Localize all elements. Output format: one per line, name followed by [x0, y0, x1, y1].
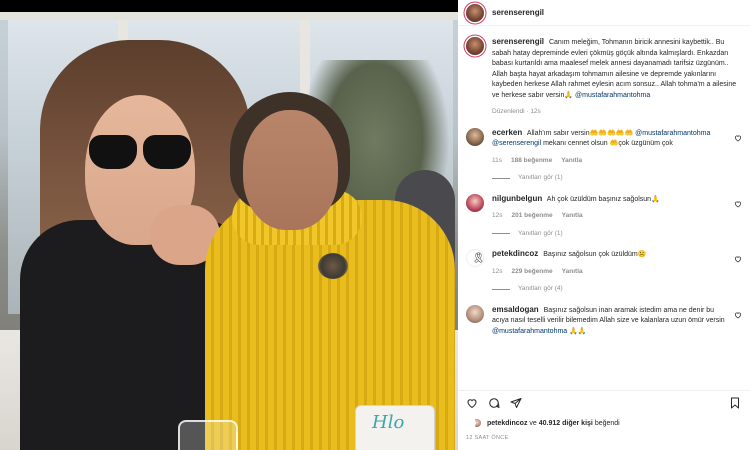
photo-cup-logo: Hlo — [372, 412, 405, 433]
avatar[interactable]: 🎗 — [466, 249, 485, 267]
photo-top-border — [0, 0, 458, 12]
caption-text: Canım meleğim, Tohmanın biricik annesini… — [492, 39, 737, 99]
photo-window-frame — [0, 12, 458, 20]
post-caption: serenserengil Canım meleğim, Tohmanın bi… — [458, 27, 750, 118]
comment-username[interactable]: ecerken — [492, 128, 522, 137]
comment-mention[interactable]: @serenserengil — [492, 140, 541, 147]
heart-icon[interactable] — [734, 255, 742, 263]
post-actions: petekdincoz ve 40.912 diğer kişi beğendi… — [458, 390, 750, 450]
view-replies-label: Yanıtları gör (4) — [518, 285, 563, 292]
comment-item: 🎗 petekdincoz Başınız sağolsun çok üzüld… — [458, 249, 750, 295]
likes-count[interactable]: 40.912 diğer kişi — [539, 420, 593, 427]
view-replies-label: Yanıtları gör (1) — [518, 229, 563, 237]
post-timestamp: 12 SAAT ÖNCE — [466, 435, 509, 441]
comment-item: nilgunbelgun Ah çok üzüldüm başınız sağo… — [458, 193, 750, 240]
comment-age: 12s — [492, 212, 503, 219]
photo-brooch — [318, 253, 348, 279]
comment-age: 11s — [492, 156, 502, 164]
edited-label: Düzenlendi · 12s — [492, 108, 541, 115]
comment-mention[interactable]: @mustafarahmantohma — [635, 130, 710, 137]
comment-icon[interactable] — [488, 397, 500, 409]
likes-user[interactable]: petekdincoz — [487, 420, 527, 427]
view-replies-button[interactable]: Yanıtları gör (1) — [492, 229, 730, 240]
post-header: serenserengil — [458, 0, 750, 26]
comment-username[interactable]: petekdincoz — [492, 249, 538, 258]
comment-mention[interactable]: @mustafarahmantohma — [492, 328, 567, 335]
heart-icon[interactable] — [466, 397, 478, 409]
comment-likes[interactable]: 201 beğenme — [511, 211, 552, 222]
post-side-panel: serenserengil serenserengil Canım meleği… — [458, 0, 750, 450]
view-replies-button[interactable]: Yanıtları gör (1) — [492, 173, 730, 184]
caption-mention[interactable]: @mustafarahmantohma — [575, 92, 650, 99]
comment-username[interactable]: emsaldogan — [492, 305, 539, 314]
comment-likes[interactable]: 188 beğenme — [511, 156, 552, 167]
avatar — [466, 418, 476, 428]
avatar[interactable] — [466, 37, 484, 55]
replies-divider — [492, 177, 510, 179]
likes-summary[interactable]: petekdincoz ve 40.912 diğer kişi beğendi — [466, 418, 620, 428]
heart-icon[interactable] — [734, 134, 742, 142]
comment-age: 12s — [492, 267, 503, 275]
photo-glass — [178, 420, 238, 450]
reply-button[interactable]: Yanıtla — [561, 156, 582, 167]
heart-icon[interactable] — [734, 200, 742, 208]
comment-username[interactable]: nilgunbelgun — [492, 194, 542, 203]
likes-suffix: beğendi — [594, 419, 620, 427]
avatar[interactable] — [466, 304, 484, 323]
comment-text: Ah çok üzüldüm başınız sağolsun🙏 — [546, 195, 660, 203]
view-replies-label: Yanıtları gör (1) — [518, 174, 563, 181]
comment-item: emsaldogan Başınız sağolsun inan aramak … — [458, 304, 750, 338]
photo-sunglasses — [85, 135, 195, 171]
caption-username[interactable]: serenserengil — [492, 37, 544, 46]
share-icon[interactable] — [510, 397, 522, 409]
comment-text: Allah'ım sabır versin🤲🤲🤲🤲🤲 — [526, 129, 634, 137]
avatar[interactable] — [466, 193, 484, 212]
comment-text: 🙏🙏 — [569, 327, 587, 335]
reply-button[interactable]: Yanıtla — [562, 267, 583, 278]
replies-divider — [492, 288, 510, 290]
post-photo[interactable]: Hlo — [0, 0, 458, 450]
ribbon-icon: 🎗 — [472, 253, 485, 264]
view-replies-button[interactable]: Yanıtları gör (4) — [492, 284, 730, 295]
avatar[interactable] — [466, 3, 484, 22]
reply-button[interactable]: Yanıtla — [562, 211, 583, 222]
comment-item: ecerken Allah'ım sabır versin🤲🤲🤲🤲🤲 @must… — [458, 127, 750, 184]
avatar[interactable] — [466, 127, 484, 146]
comment-likes[interactable]: 229 beğenme — [511, 267, 552, 278]
comment-text: mekanı cennet olsun 🤲çok üzgünüm çok — [543, 140, 673, 147]
photo-person-right-face — [243, 110, 338, 230]
replies-divider — [492, 233, 510, 235]
comments-feed[interactable]: serenserengil Canım meleğim, Tohmanın bi… — [458, 27, 750, 390]
likes-text: petekdincoz ve 40.912 diğer kişi beğendi — [487, 420, 620, 427]
comment-text: Başınız sağolsun çok üzüldüm☹️ — [543, 251, 647, 258]
bookmark-icon[interactable] — [730, 397, 740, 409]
header-username[interactable]: serenserengil — [492, 8, 544, 17]
likes-connector: ve — [529, 419, 537, 427]
heart-icon[interactable] — [734, 311, 742, 319]
